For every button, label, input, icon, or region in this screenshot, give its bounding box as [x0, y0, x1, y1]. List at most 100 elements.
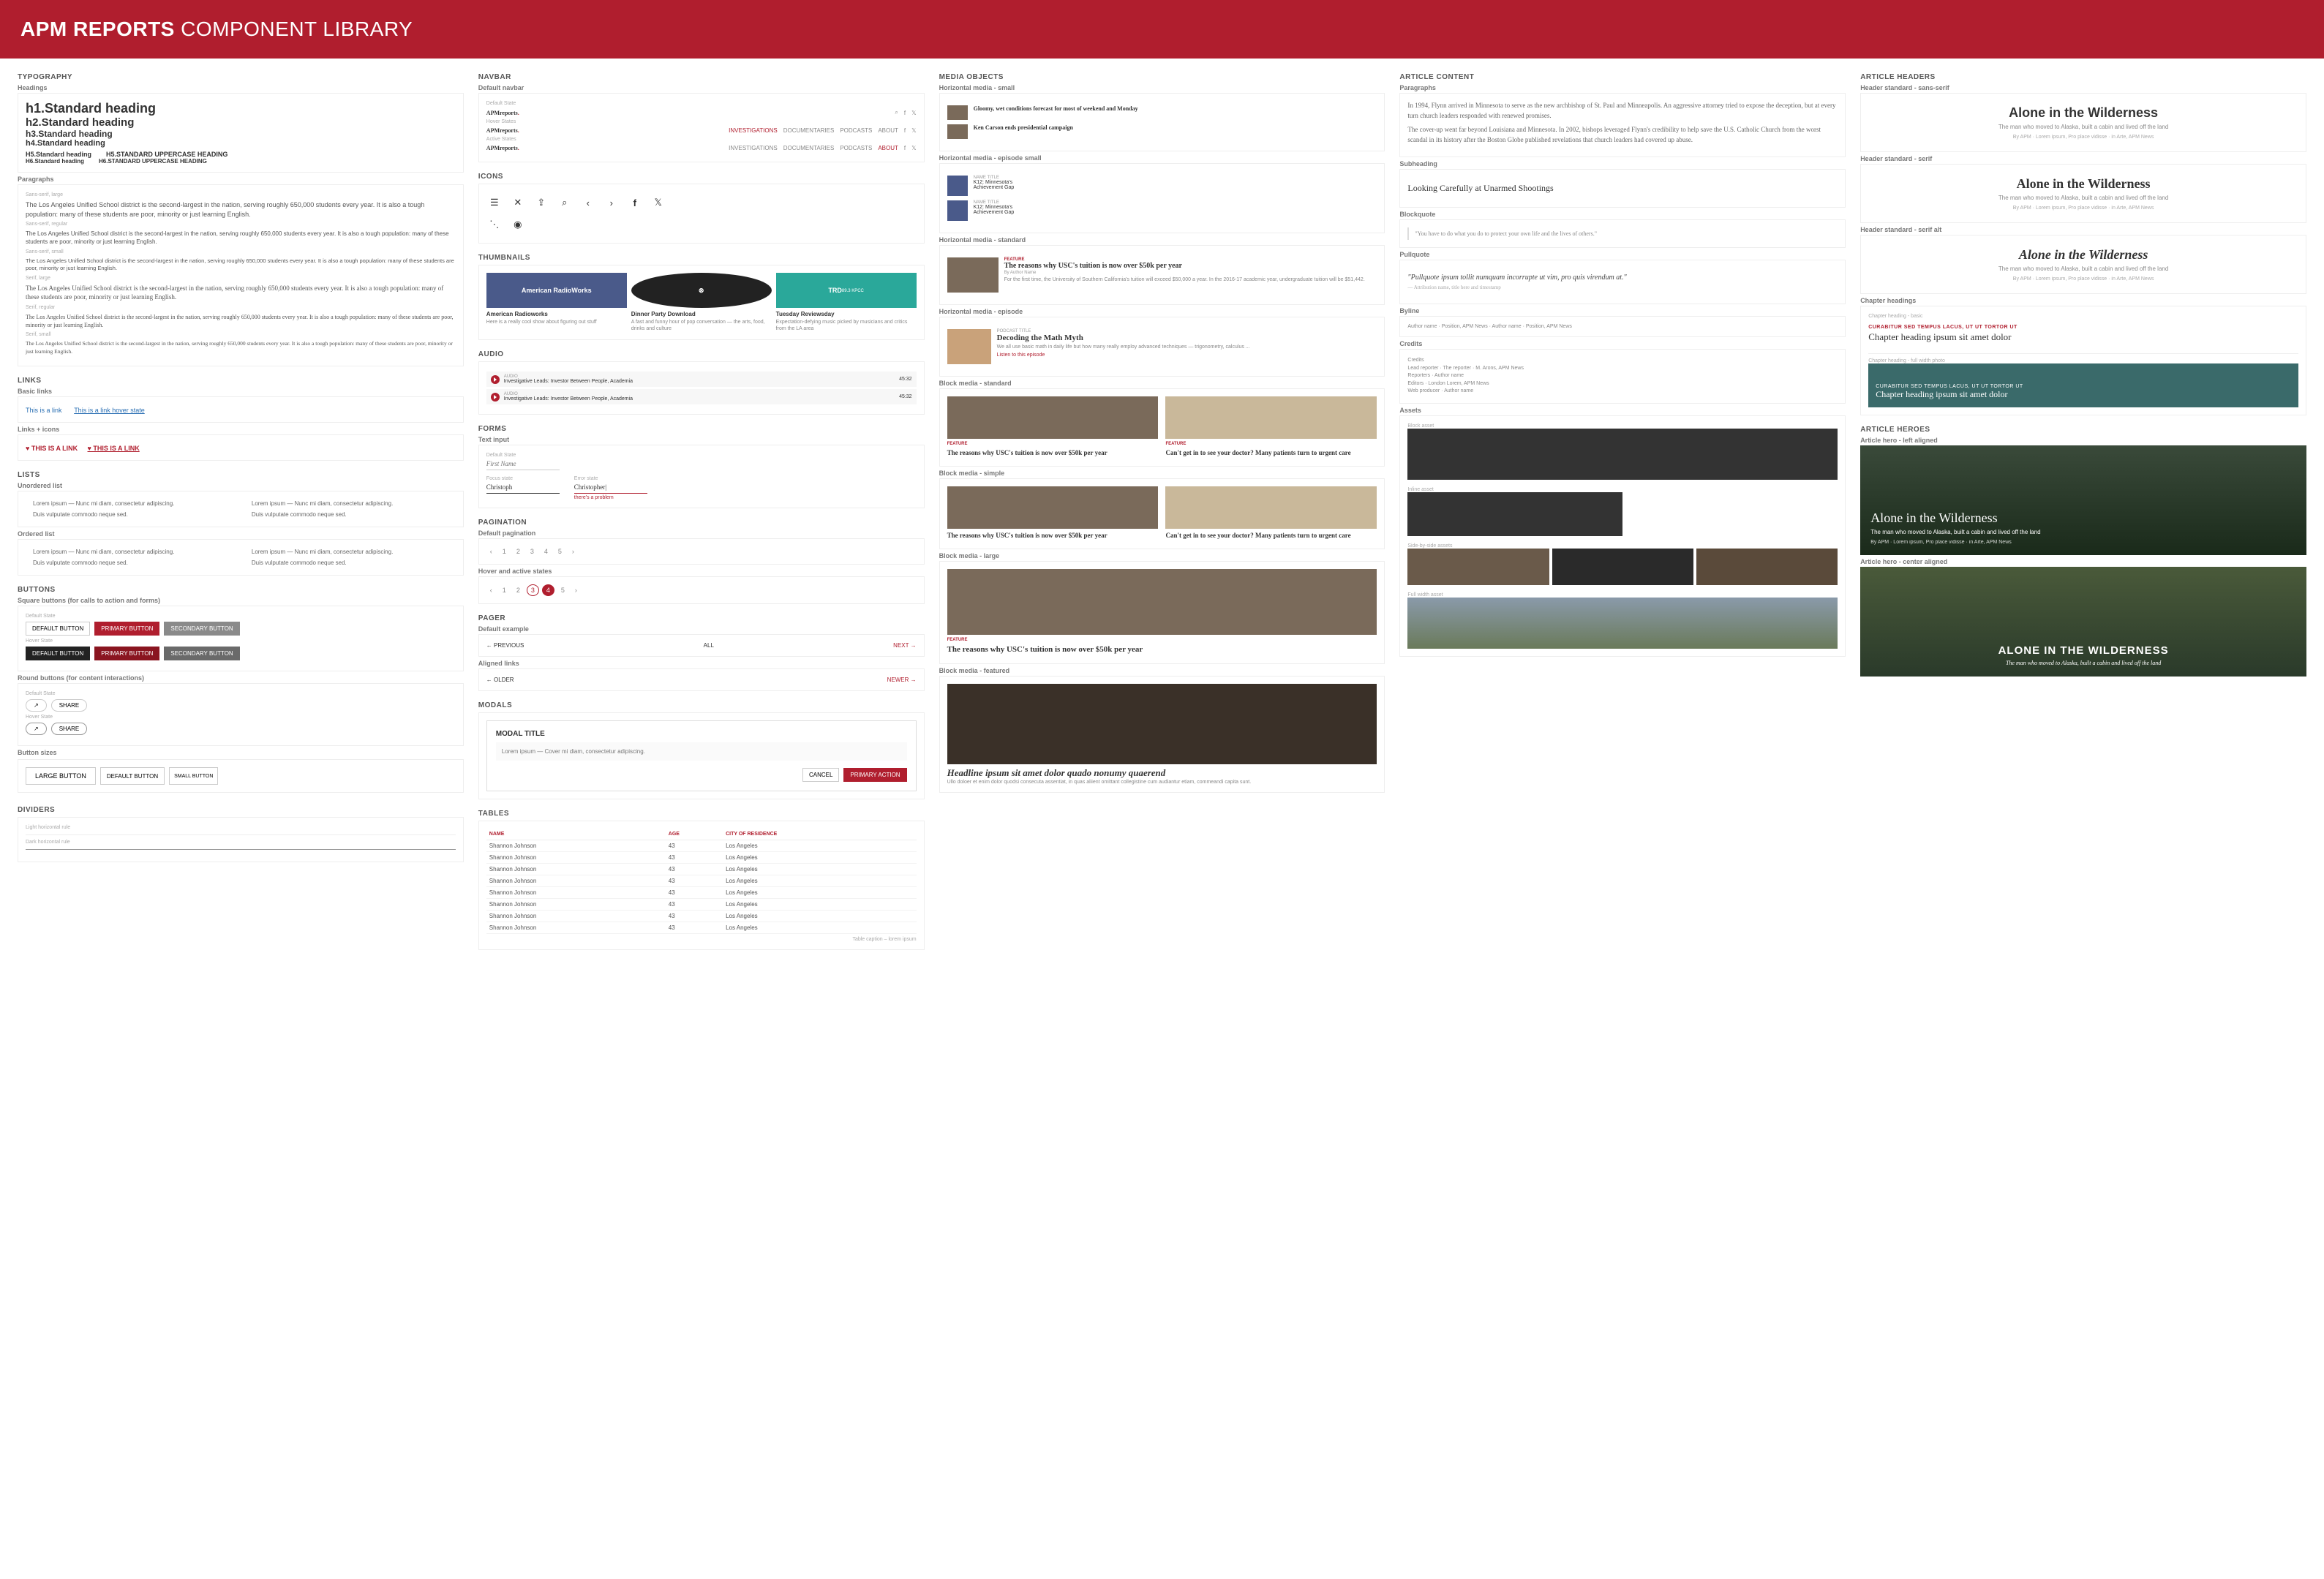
nav-item[interactable]: DOCUMENTARIES: [783, 145, 835, 151]
primary-button[interactable]: PRIMARY BUTTON: [94, 622, 159, 636]
nav-item[interactable]: PODCASTS: [840, 145, 872, 151]
media-h-standard[interactable]: FEATURE The reasons why USC's tuition is…: [947, 257, 1377, 293]
block-media[interactable]: FEATURE The reasons why USC's tuition is…: [947, 396, 1159, 459]
page-prev[interactable]: ‹: [486, 585, 496, 595]
nav-item[interactable]: ABOUT: [878, 127, 898, 134]
play-icon[interactable]: [491, 375, 500, 384]
page-num[interactable]: 5: [557, 585, 568, 595]
pager-next[interactable]: NEXT →: [893, 642, 916, 649]
page-num[interactable]: 2: [513, 585, 524, 595]
nav-facebook-icon[interactable]: f: [904, 145, 906, 151]
text-input-focus[interactable]: [486, 481, 560, 494]
primary-button-hover[interactable]: PRIMARY BUTTON: [94, 647, 159, 660]
round-icon-button-hover[interactable]: ↗: [26, 723, 47, 735]
section-buttons: BUTTONS: [18, 586, 464, 594]
pager-older[interactable]: ← OLDER: [486, 677, 514, 683]
default-button-hover[interactable]: DEFAULT BUTTON: [26, 647, 90, 660]
basic-link[interactable]: This is a link: [26, 407, 62, 414]
header-sub: The man who moved to Alaska, built a cab…: [1867, 265, 2300, 272]
page-num-active[interactable]: 3: [527, 584, 539, 596]
header-title: Alone in the Wilderness: [1867, 176, 2300, 192]
block-media[interactable]: Can't get in to see your doctor? Many pa…: [1165, 486, 1377, 541]
nav-twitter-icon[interactable]: 𝕏: [911, 127, 916, 134]
block-media-large[interactable]: FEATURE The reasons why USC's tuition is…: [947, 569, 1377, 655]
text-input-default[interactable]: [486, 458, 560, 470]
large-button[interactable]: LARGE BUTTON: [26, 767, 96, 785]
page-next[interactable]: ›: [571, 585, 581, 595]
media-ep-small[interactable]: NAME TITLE K12: Minnesota's Achievement …: [947, 176, 1377, 196]
sub-hm-episode: Horizontal media - episode: [939, 308, 1385, 315]
cancel-button[interactable]: CANCEL: [802, 768, 839, 782]
page-num[interactable]: 4: [541, 546, 552, 557]
nav-item[interactable]: DOCUMENTARIES: [783, 127, 835, 134]
navbar-brand[interactable]: APMreports.: [486, 127, 519, 134]
block-media[interactable]: The reasons why USC's tuition is now ove…: [947, 486, 1159, 541]
th-age: AGE: [666, 829, 723, 840]
default-size-button[interactable]: DEFAULT BUTTON: [100, 767, 165, 785]
para-serif-large: The Los Angeles Unified School district …: [26, 284, 456, 302]
basic-link-hover[interactable]: This is a link hover state: [74, 407, 145, 414]
pager-newer[interactable]: NEWER →: [887, 677, 917, 683]
thumbnail[interactable]: TRD89.3 KPCC Tuesday Reviewsday Expectat…: [776, 273, 917, 332]
article-header-sans: Alone in the Wilderness The man who move…: [1860, 93, 2306, 152]
page-next[interactable]: ›: [568, 546, 578, 557]
media-h-episode[interactable]: PODCAST TITLE Decoding the Math Myth We …: [947, 329, 1377, 364]
nav-facebook-icon[interactable]: f: [904, 127, 906, 134]
nav-item[interactable]: PODCASTS: [840, 127, 872, 134]
rss-icon: ⋱: [489, 219, 500, 230]
nav-twitter-icon[interactable]: 𝕏: [911, 145, 916, 151]
page-num[interactable]: 1: [499, 585, 510, 595]
header-meta: By APM · Lorem ipsum, Pro place vidisse …: [1867, 206, 2300, 211]
page-num[interactable]: 3: [527, 546, 538, 557]
page-header: APM REPORTS COMPONENT LIBRARY: [0, 0, 2324, 59]
media-thumb: [947, 105, 968, 120]
page-num[interactable]: 2: [513, 546, 524, 557]
thumbnail-image: TRD89.3 KPCC: [776, 273, 917, 308]
block-media-featured[interactable]: Headline ipsum sit amet dolor quado nonu…: [947, 684, 1377, 785]
icon-link[interactable]: ♥ THIS IS A LINK: [26, 445, 78, 452]
secondary-button[interactable]: SECONDARY BUTTON: [164, 622, 239, 636]
round-icon-button[interactable]: ↗: [26, 699, 47, 712]
para-serif-small: The Los Angeles Unified School district …: [26, 340, 456, 355]
thumbnail[interactable]: ⊗ Dinner Party Download A fast and funny…: [631, 273, 772, 332]
nav-item[interactable]: INVESTIGATIONS: [729, 127, 778, 134]
page-prev[interactable]: ‹: [486, 546, 496, 557]
navbar-brand[interactable]: APMreports.: [486, 145, 519, 151]
media-h-small[interactable]: Ken Carson ends presidential campaign: [947, 124, 1377, 139]
text-input-error[interactable]: [574, 481, 647, 494]
chapter-heading-photo: CURABITUR SED TEMPUS LACUS, UT UT TORTOR…: [1868, 363, 2298, 407]
page-num[interactable]: 1: [499, 546, 510, 557]
share-button-hover[interactable]: SHARE: [51, 723, 88, 735]
media-thumb: [947, 176, 968, 196]
lbl-nav-active: Active States: [486, 137, 917, 142]
media-title: Can't get in to see your doctor? Many pa…: [1165, 449, 1377, 457]
audio-player[interactable]: AUDIO Investigative Leads: Investor Betw…: [486, 372, 917, 387]
audio-player[interactable]: AUDIO Investigative Leads: Investor Betw…: [486, 389, 917, 404]
play-icon[interactable]: [491, 393, 500, 402]
navbar-brand[interactable]: APMreports.: [486, 110, 519, 116]
listen-link[interactable]: Listen to this episode: [997, 353, 1250, 358]
media-h-small[interactable]: Gloomy, wet conditions forecast for most…: [947, 105, 1377, 120]
page-num-hover[interactable]: 4: [542, 584, 554, 596]
secondary-button-hover[interactable]: SECONDARY BUTTON: [164, 647, 239, 660]
nav-facebook-icon[interactable]: f: [904, 110, 906, 116]
primary-action-button[interactable]: PRIMARY ACTION: [843, 768, 906, 782]
section-thumbnails: THUMBNAILS: [478, 254, 925, 262]
icon-link-hover[interactable]: ♥ THIS IS A LINK: [88, 445, 140, 452]
nav-item[interactable]: ABOUT: [878, 145, 898, 151]
nav-twitter-icon[interactable]: 𝕏: [911, 110, 916, 116]
media-ep-small[interactable]: NAME TITLE K12: Minnesota's Achievement …: [947, 200, 1377, 221]
thumbnail[interactable]: American RadioWorks American Radioworks …: [486, 273, 627, 332]
pager-prev[interactable]: ← PREVIOUS: [486, 642, 524, 649]
nav-search-icon[interactable]: ⌕: [895, 109, 898, 116]
modal: MODAL TITLE Lorem ipsum — Cover mi diam,…: [486, 720, 917, 791]
small-button[interactable]: SMALL BUTTON: [169, 767, 218, 785]
default-button[interactable]: DEFAULT BUTTON: [26, 622, 90, 636]
block-media[interactable]: FEATURE Can't get in to see your doctor?…: [1165, 396, 1377, 459]
share-button[interactable]: SHARE: [51, 699, 88, 712]
pager-all[interactable]: ALL: [704, 642, 714, 649]
page-num[interactable]: 5: [554, 546, 565, 557]
h1-sample: h1.Standard heading: [26, 101, 456, 116]
nav-item[interactable]: INVESTIGATIONS: [729, 145, 778, 151]
header-sub: The man who moved to Alaska, built a cab…: [1867, 124, 2300, 130]
